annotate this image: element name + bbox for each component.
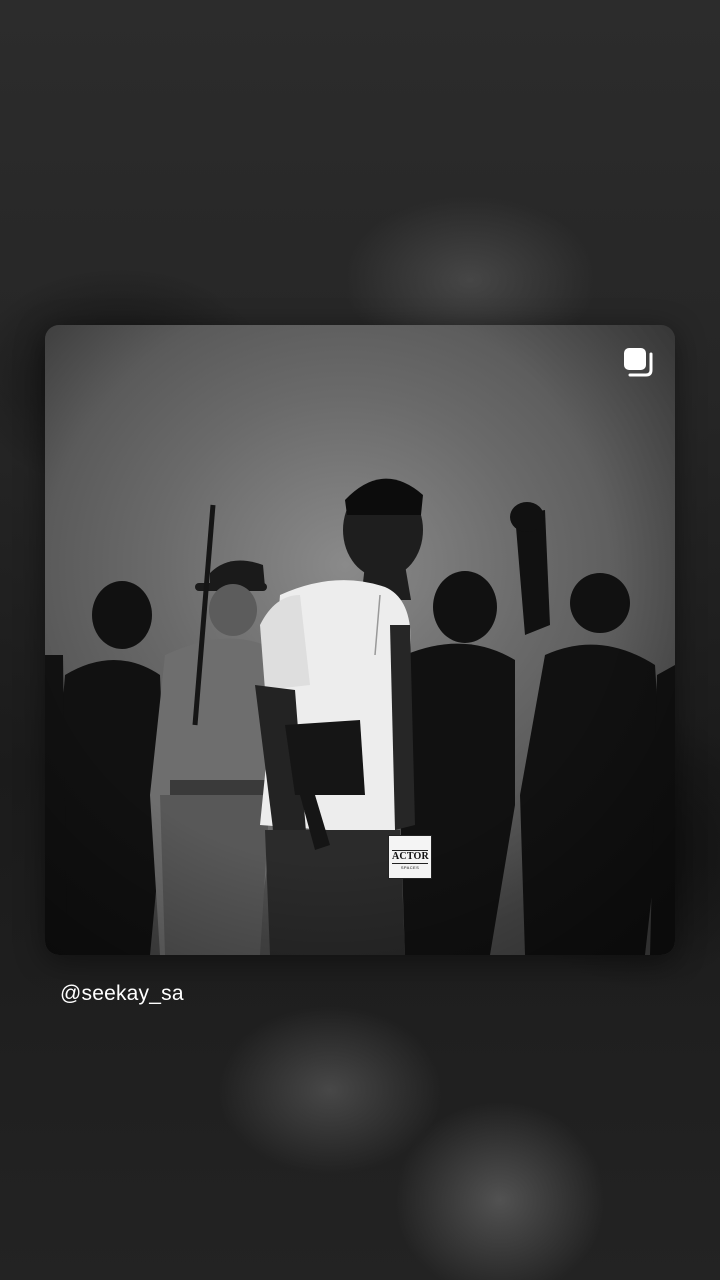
story-screen: ACTOR SPACES @seekay_sa [0, 0, 720, 1280]
post-author-username[interactable]: @seekay_sa [60, 982, 184, 1006]
shared-post-card[interactable]: ACTOR SPACES [45, 325, 675, 955]
multiple-posts-icon [624, 348, 653, 377]
brand-tag-title: ACTOR [392, 850, 429, 864]
brand-tag: ACTOR SPACES [388, 835, 432, 879]
brand-tag-subtitle: SPACES [400, 865, 420, 870]
post-photo [45, 325, 675, 955]
